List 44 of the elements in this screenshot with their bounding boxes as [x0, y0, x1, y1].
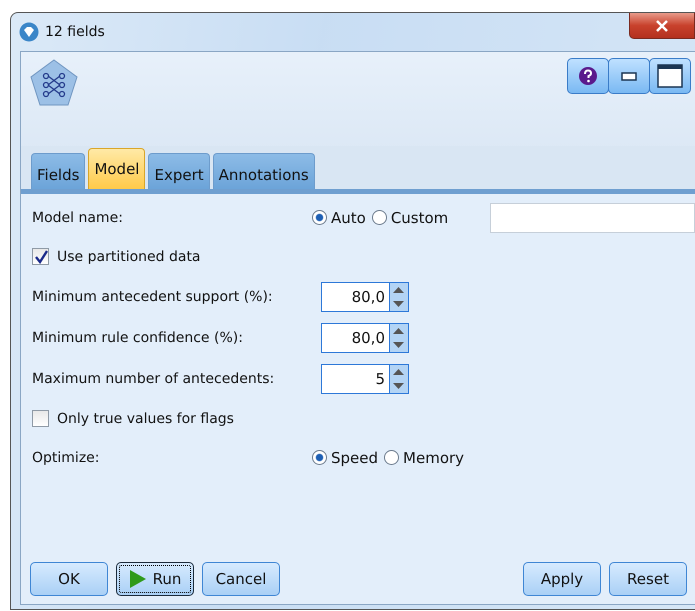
model-name-field[interactable] [490, 202, 695, 232]
window-title: 12 fields [45, 24, 106, 40]
radio-button[interactable] [312, 450, 327, 465]
minimize-icon [621, 71, 637, 81]
dialog-button[interactable]: Cancel [202, 562, 280, 596]
checkbox[interactable] [32, 248, 49, 265]
radio-label: Auto [331, 208, 366, 226]
field-label: Minimum rule confidence (%): [32, 330, 244, 346]
radio-label: Custom [390, 208, 448, 226]
field-label: Minimum antecedent support (%): [32, 288, 274, 304]
spinner-field[interactable]: 80,0 [321, 322, 409, 352]
spinner-field[interactable]: 5 [321, 364, 409, 394]
radio-button[interactable] [312, 210, 327, 225]
radio-button[interactable] [384, 450, 400, 465]
tab[interactable]: Expert [148, 153, 210, 189]
field-label: Model name: [32, 210, 124, 226]
dialog-button[interactable]: OK [30, 562, 108, 596]
maximize-icon [657, 64, 683, 88]
maximize-button[interactable] [649, 58, 691, 94]
checkbox[interactable] [32, 410, 49, 427]
radio-option[interactable]: Custom [372, 208, 448, 226]
help-button[interactable] [567, 58, 609, 94]
help-icon [578, 66, 598, 86]
radio-option[interactable]: Auto [312, 208, 366, 226]
radio-label: Memory [403, 448, 464, 466]
radio-label: Speed [331, 448, 378, 466]
radio-option[interactable]: Memory [384, 448, 464, 466]
field-label: Optimize: [32, 450, 100, 466]
play-icon [128, 569, 147, 589]
dialog-button[interactable]: Reset [609, 562, 687, 596]
checkbox-label: Only true values for flags [57, 410, 234, 426]
field-label: Maximum number of antecedents: [32, 370, 276, 386]
radio-option[interactable]: Speed [312, 448, 378, 466]
radio-button[interactable] [372, 210, 387, 225]
tab[interactable]: Annotations [212, 153, 315, 189]
close-button[interactable] [629, 13, 695, 39]
run-button[interactable]: Run [116, 562, 194, 596]
tab[interactable]: Fields [31, 153, 86, 189]
checkbox-label: Use partitioned data [57, 248, 201, 264]
close-icon [656, 20, 668, 32]
minimize-button[interactable] [608, 58, 650, 94]
spinner-field[interactable]: 80,0 [321, 282, 409, 312]
tab[interactable]: Model [88, 148, 146, 189]
dialog-button[interactable]: Apply [523, 562, 601, 596]
